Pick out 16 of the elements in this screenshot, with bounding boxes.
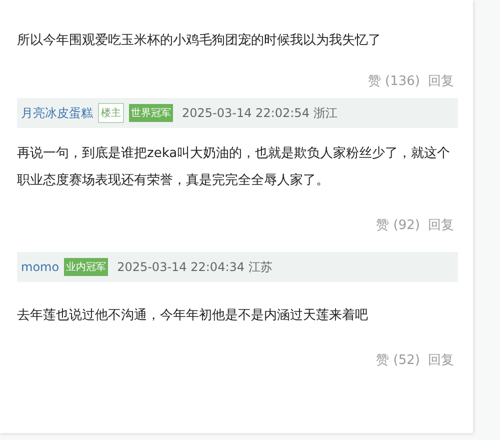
post-time: 2025-03-14 22:04:34 江苏 <box>117 258 272 276</box>
like-link[interactable]: 赞 (136) <box>368 72 420 94</box>
rank-tag: 业内冠军 <box>64 258 108 276</box>
like-link[interactable]: 赞 (92) <box>376 216 420 238</box>
comment-text: 再说一句，到底是谁把zeka叫大奶油的，也就是欺负人家粉丝少了，就这个职业态度赛场表现还有荣誉，真是完完全全辱人家了。 <box>17 145 452 190</box>
username-link[interactable]: momo <box>21 260 60 274</box>
reply-link[interactable]: 回复 <box>428 351 454 373</box>
reply-link[interactable]: 回复 <box>428 216 454 238</box>
owner-tag: 楼主 <box>98 103 124 123</box>
comment-text: 去年莲也说过他不沟通，今年年初他是不是内涵过天莲来着吧 <box>17 307 369 325</box>
post-time: 2025-03-14 22:02:54 浙江 <box>182 104 338 122</box>
like-link[interactable]: 赞 (52) <box>376 351 420 373</box>
rank-tag: 世界冠军 <box>129 104 173 122</box>
reply-link[interactable]: 回复 <box>428 72 454 94</box>
comment-text: 所以今年围观爱吃玉米杯的小鸡毛狗团宠的时候我以为我失忆了 <box>17 32 382 50</box>
username-link[interactable]: 月亮冰皮蛋糕 <box>21 104 93 122</box>
